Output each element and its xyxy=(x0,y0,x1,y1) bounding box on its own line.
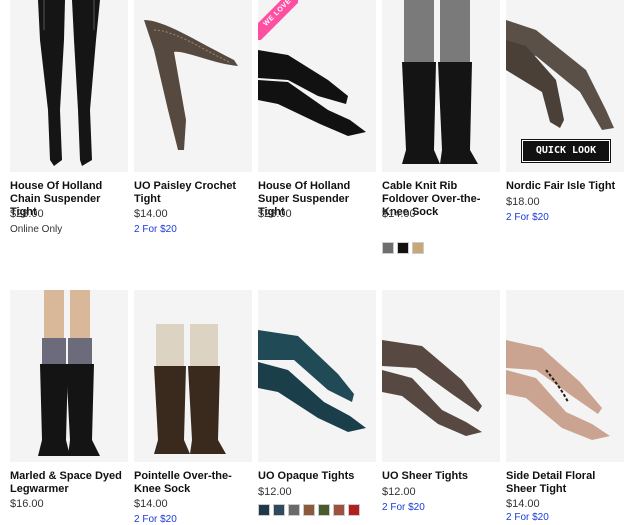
we-love-badge: WE LOVE xyxy=(258,0,298,40)
promo-link[interactable]: 2 For $20 xyxy=(134,514,177,525)
product-grid: House Of Holland Chain Suspender Tight $… xyxy=(0,0,640,525)
product-price: $12.00 xyxy=(258,486,292,498)
product-image[interactable] xyxy=(258,290,376,462)
product-name[interactable]: Side Detail Floral Sheer Tight xyxy=(506,470,626,496)
product-name[interactable]: UO Sheer Tights xyxy=(382,470,502,483)
product-price: $18.00 xyxy=(506,196,540,208)
product-name[interactable]: UO Opaque Tights xyxy=(258,470,378,483)
swatch[interactable] xyxy=(333,504,345,516)
product-name[interactable]: UO Paisley Crochet Tight xyxy=(134,180,254,206)
product-price: $14.00 xyxy=(134,498,168,510)
product-image[interactable] xyxy=(382,290,500,462)
color-swatches xyxy=(382,242,424,254)
product-name[interactable]: Pointelle Over-the-Knee Sock xyxy=(134,470,254,496)
product-image[interactable] xyxy=(10,0,128,172)
product-price: $14.00 xyxy=(382,208,416,220)
swatch[interactable] xyxy=(288,504,300,516)
product-image[interactable] xyxy=(382,0,500,172)
availability-note: Online Only xyxy=(10,224,63,235)
quick-look-button[interactable]: QUICK LOOK xyxy=(521,139,611,163)
product-name[interactable]: Marled & Space Dyed Legwarmer xyxy=(10,470,130,496)
swatch[interactable] xyxy=(397,242,409,254)
product-price: $12.00 xyxy=(382,486,416,498)
product-image[interactable] xyxy=(134,0,252,172)
product-image[interactable] xyxy=(10,290,128,462)
swatch[interactable] xyxy=(318,504,330,516)
product-price: $28.00 xyxy=(258,208,292,220)
product-image[interactable] xyxy=(134,290,252,462)
product-image[interactable]: QUICK LOOK xyxy=(506,0,624,172)
swatch[interactable] xyxy=(382,242,394,254)
swatch[interactable] xyxy=(412,242,424,254)
promo-link[interactable]: 2 For $20 xyxy=(134,224,177,235)
product-image[interactable]: WE LOVE xyxy=(258,0,376,172)
product-price: $14.00 xyxy=(506,498,540,510)
color-swatches xyxy=(258,504,360,516)
product-image[interactable] xyxy=(506,290,624,462)
product-price: $28.00 xyxy=(10,208,44,220)
swatch[interactable] xyxy=(303,504,315,516)
product-name[interactable]: Nordic Fair Isle Tight xyxy=(506,180,626,193)
swatch[interactable] xyxy=(273,504,285,516)
product-price: $16.00 xyxy=(10,498,44,510)
swatch[interactable] xyxy=(348,504,360,516)
promo-link[interactable]: 2 For $20 xyxy=(382,502,425,513)
product-price: $14.00 xyxy=(134,208,168,220)
promo-link[interactable]: 2 For $20 xyxy=(506,212,549,223)
swatch[interactable] xyxy=(258,504,270,516)
